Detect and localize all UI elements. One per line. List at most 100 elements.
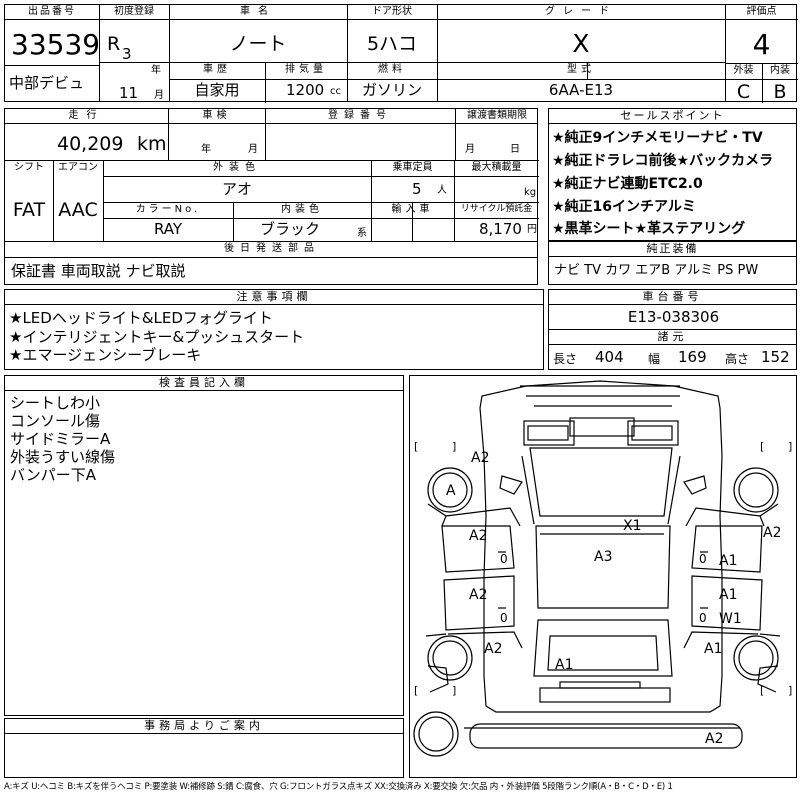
body-outline <box>479 380 723 713</box>
car-name-label: 車名 <box>240 6 276 17</box>
note-2: ★インテリジェントキー&プッシュスタート <box>9 328 305 346</box>
dims-label: 諸元 <box>549 330 796 345</box>
mark-roof: A3 <box>594 549 613 565</box>
car-diagram: [ ] [ ] [ ] [ ] A2 A X1 A3 A2 0 A2 0 A2 … <box>409 375 797 778</box>
mark-front-right-door-sub: 0 <box>699 552 707 566</box>
ac-label: エアコン <box>58 162 98 173</box>
sales-point-1: ★純正9インチメモリーナビ・TV <box>552 130 763 146</box>
mark-trunk: A1 <box>555 657 574 673</box>
sales-points-label: セールスポイント <box>549 109 796 124</box>
wheel-rear-left <box>427 635 473 681</box>
plate-label: 登録番号 <box>328 110 392 121</box>
inspection-month-unit: 月 <box>248 144 258 155</box>
import-label: 輸入車 <box>391 204 434 215</box>
notes-section: 注意事項欄 ★LEDヘッドライト&LEDフォグライト ★インテリジェントキー&プ… <box>4 289 544 370</box>
height: 152 <box>761 348 790 366</box>
capacity-unit: 人 <box>437 185 447 196</box>
wheel-rear-right <box>733 635 779 681</box>
office-label: 事務局よりご案内 <box>5 719 403 734</box>
chassis-section: 車台番号 E13-038306 諸元 長さ 404 幅 169 高さ 152 <box>548 289 797 370</box>
note-1: ★LEDヘッドライト&LEDフォグライト <box>9 309 273 327</box>
color-label: 外装色 <box>213 162 261 173</box>
model-label: 型式 <box>567 64 595 75</box>
mark-front-left-panel: A2 <box>471 450 490 466</box>
inspection-year-unit: 年 <box>201 144 211 155</box>
reg-year: 3 <box>122 45 132 63</box>
load-unit: kg <box>524 187 537 198</box>
door-label: ドア形状 <box>372 6 412 17</box>
int-color: ブラック <box>260 220 321 238</box>
length: 404 <box>595 348 624 366</box>
inspector-label: 検査員記入欄 <box>5 376 403 391</box>
mark-front-left-wheel: A <box>446 483 456 499</box>
wheel-front-right <box>733 467 779 513</box>
equipment-label: 純正装備 <box>549 242 796 257</box>
svg-text:[: [ <box>414 440 418 453</box>
height-label: 高さ <box>725 352 750 366</box>
sales-point-5: ★黒革シート★革ステアリング <box>552 221 746 237</box>
fuel-label: 燃料 <box>378 64 406 75</box>
mark-front-left-door-sub: 0 <box>500 552 508 566</box>
mark-front-left-door: A2 <box>469 528 488 544</box>
inspector-note-4: 外装うすい線傷 <box>10 448 116 466</box>
history: 自家用 <box>194 81 240 99</box>
note-3: ★エマージェンシーブレーキ <box>9 346 202 364</box>
details-section: 走行 40,209 km 車検 年 月 登録番号 譲渡書類期限 月 日 シフト … <box>4 108 539 285</box>
svg-text:]: ] <box>452 684 456 697</box>
equipment-section: 純正装備 ナビ TV カワ エアB アルミ PS PW <box>548 241 797 285</box>
interior-grade: B <box>773 81 787 103</box>
venue-name: 中部デビュ <box>9 74 85 92</box>
recycle-label: リサイクル預託金 <box>460 204 533 214</box>
mark-front-right-panel: A2 <box>763 525 782 541</box>
mark-front-right-door: A1 <box>719 553 738 569</box>
recycle-unit: 円 <box>527 224 537 235</box>
displacement-label: 排気量 <box>285 64 327 75</box>
grade: X <box>572 29 590 58</box>
transfer-label: 譲渡書類期限 <box>467 110 527 121</box>
transfer-month-unit: 月 <box>465 144 475 155</box>
width: 169 <box>678 348 707 366</box>
fuel: ガソリン <box>361 81 422 99</box>
mark-rear-left-door-sub: 0 <box>500 611 508 625</box>
spare-wheel <box>413 711 459 757</box>
mark-rear-left-panel: A2 <box>484 641 503 657</box>
width-label: 幅 <box>648 352 661 366</box>
reg-month: 11 <box>119 84 139 102</box>
inspector-note-5: バンパー下A <box>10 466 97 484</box>
lot-number: 33539 <box>11 28 101 61</box>
grade-label: グレード <box>545 6 617 17</box>
exterior-grade: C <box>736 81 751 103</box>
int-color-unit: 系 <box>357 228 367 239</box>
capacity: 5 <box>412 180 422 198</box>
month-unit: 月 <box>154 90 164 101</box>
svg-text:[: [ <box>760 440 764 453</box>
year-unit: 年 <box>151 65 161 76</box>
recycle-amount: 8,170 <box>479 220 522 238</box>
sales-points-section: セールスポイント ★純正9インチメモリーナビ・TV ★純正ドラレコ前後★バックカ… <box>548 108 797 241</box>
first-reg-label: 初度登録 <box>114 6 154 17</box>
door-type: 5ハコ <box>366 33 418 55</box>
score-label: 評価点 <box>746 6 777 17</box>
mark-rear-bumper: A2 <box>705 731 724 747</box>
svg-text:]: ] <box>788 440 792 453</box>
later-label: 後日発送部品 <box>224 243 320 254</box>
hood <box>529 447 673 517</box>
sales-point-2: ★純正ドラレコ前後★バックカメラ <box>552 153 774 169</box>
int-color-label: 内装色 <box>281 204 323 215</box>
chassis-number: E13-038306 <box>627 308 720 326</box>
header-section: 出品番号 33539 中部デビュ 初度登録 R 3 年 11 月 車名 ノート … <box>4 4 798 103</box>
later-items: 保証書 車両取説 ナビ取説 <box>11 262 186 280</box>
svg-text:]: ] <box>788 684 792 697</box>
transfer-day-unit: 日 <box>510 144 520 155</box>
svg-text:[: [ <box>414 684 418 697</box>
mark-rear-left-door: A2 <box>469 587 488 603</box>
inspector-section: 検査員記入欄 シートしわ小 コンソール傷 サイドミラーA 外装うすい線傷 バンパ… <box>4 375 404 716</box>
capacity-label: 乗車定員 <box>392 162 433 173</box>
color: アオ <box>221 180 252 198</box>
mileage: 40,209 <box>57 133 124 155</box>
notes-label: 注意事項欄 <box>5 290 543 305</box>
car-name: ノート <box>229 33 287 55</box>
load-label: 最大積載量 <box>471 162 522 173</box>
inspection-label: 車検 <box>202 110 231 121</box>
mileage-unit: km <box>137 133 167 155</box>
